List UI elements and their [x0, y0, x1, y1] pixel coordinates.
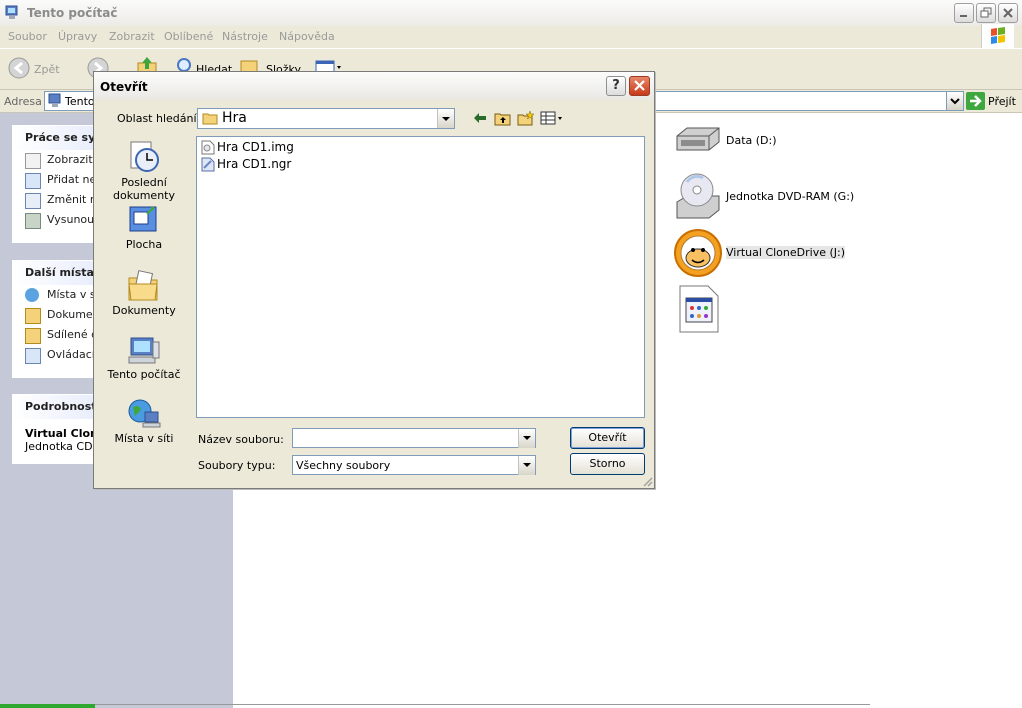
- disc-image-file-icon: [201, 140, 215, 155]
- look-in-value: Hra: [222, 110, 247, 126]
- shared-folder-icon: [25, 328, 41, 344]
- recent-documents-icon: [130, 141, 159, 172]
- place-desktop[interactable]: Plocha: [98, 204, 190, 251]
- restore-button[interactable]: [976, 3, 996, 23]
- network-places-icon: [128, 399, 161, 428]
- scroll-divider: [0, 704, 870, 705]
- control-panel-icon: [25, 348, 41, 364]
- view-menu-icon[interactable]: [540, 110, 566, 126]
- open-dialog: Otevřít ? Oblast hledání: Hra Poslední d…: [93, 71, 655, 489]
- computer-icon: [48, 93, 61, 107]
- file-list[interactable]: Hra CD1.img Hra CD1.ngr: [196, 136, 645, 418]
- address-label: Adresa: [4, 95, 42, 108]
- place-my-computer[interactable]: Tento počítač: [98, 334, 190, 381]
- chevron-down-icon: [442, 117, 450, 121]
- filename-dropdown-button[interactable]: [518, 429, 535, 448]
- place-network[interactable]: Místa v síti: [98, 398, 190, 445]
- restore-icon: [980, 7, 992, 18]
- add-remove-icon: [25, 173, 41, 189]
- filetype-combobox[interactable]: Všechny soubory: [292, 455, 536, 475]
- taskbar-start-edge: [0, 704, 95, 708]
- place-label: Plocha: [125, 238, 163, 251]
- eject-icon: [25, 213, 41, 229]
- dialog-titlebar[interactable]: Otevřít ?: [94, 72, 654, 100]
- resize-grip-icon[interactable]: [641, 475, 653, 487]
- chevron-down-icon: [950, 98, 960, 105]
- drive-label: Data (D:): [726, 134, 777, 147]
- drive-label-selected: Virtual CloneDrive (J:): [726, 246, 846, 259]
- menu-file[interactable]: Soubor: [8, 30, 47, 43]
- place-recent[interactable]: Poslední dokumenty: [98, 140, 190, 202]
- menu-favorites[interactable]: Oblíbené: [164, 30, 213, 43]
- go-arrow-icon[interactable]: [966, 92, 985, 110]
- address-value: Tento: [65, 95, 95, 108]
- look-in-dropdown-button[interactable]: [437, 109, 454, 128]
- my-computer-icon: [128, 337, 160, 364]
- drive-label: Jednotka DVD-RAM (G:): [726, 190, 855, 203]
- documents-folder-icon: [128, 270, 158, 301]
- place-documents[interactable]: Dokumenty: [98, 270, 190, 317]
- filename-combobox[interactable]: [292, 428, 536, 448]
- places-bar: Poslední dokumenty Plocha Dokumenty Tent…: [98, 130, 190, 460]
- filetype-dropdown-button[interactable]: [518, 456, 535, 475]
- control-panel-file-icon: [679, 285, 719, 333]
- dialog-title: Otevřít: [100, 80, 148, 94]
- go-label[interactable]: Přejít: [988, 95, 1016, 108]
- open-button[interactable]: Otevřít: [570, 427, 645, 449]
- filetype-label: Soubory typu:: [198, 459, 276, 472]
- change-setting-icon: [25, 193, 41, 209]
- clonedrive-sheep-icon: [674, 229, 722, 277]
- place-label: Místa v síti: [114, 432, 174, 445]
- folder-icon: [202, 113, 218, 125]
- computer-icon: [5, 5, 18, 19]
- desktop-icon: [129, 206, 157, 232]
- hard-drive-icon: [676, 127, 720, 151]
- look-in-label: Oblast hledání:: [117, 112, 201, 125]
- place-label: Dokumenty: [112, 304, 176, 317]
- new-folder-icon[interactable]: [517, 110, 535, 126]
- filetype-value: Všechny soubory: [296, 459, 391, 472]
- file-name: Hra CD1.ngr: [217, 157, 292, 171]
- up-one-level-icon[interactable]: [494, 110, 512, 126]
- cancel-button[interactable]: Storno: [570, 453, 645, 475]
- close-icon: [634, 80, 645, 91]
- close-button[interactable]: [998, 3, 1018, 23]
- view-info-icon: [25, 153, 41, 169]
- place-label: Tento počítač: [107, 368, 181, 381]
- chevron-down-icon: [523, 463, 531, 467]
- menu-help[interactable]: Nápověda: [279, 30, 335, 43]
- dialog-close-button[interactable]: [629, 76, 650, 96]
- windows-logo: [981, 24, 1014, 48]
- window-titlebar: Tento počítač: [0, 0, 1022, 27]
- address-dropdown-button[interactable]: [946, 92, 963, 110]
- minimize-button[interactable]: [954, 3, 974, 23]
- back-label[interactable]: Zpět: [34, 63, 60, 76]
- chevron-down-icon: [523, 436, 531, 440]
- dvd-drive-icon: [676, 173, 720, 219]
- look-in-combobox[interactable]: Hra: [197, 108, 455, 129]
- menu-view[interactable]: Zobrazit: [109, 30, 155, 43]
- place-label: Poslední dokumenty: [113, 176, 175, 202]
- ngr-file-icon: [201, 157, 215, 172]
- menu-edit[interactable]: Úpravy: [58, 30, 97, 43]
- menu-tools[interactable]: Nástroje: [222, 30, 268, 43]
- windows-flag-icon: [991, 27, 1005, 44]
- back-arrow-icon[interactable]: [472, 110, 488, 126]
- filename-label: Název souboru:: [198, 433, 284, 446]
- close-icon: [1003, 8, 1013, 18]
- file-name: Hra CD1.img: [217, 140, 294, 154]
- menu-bar: Soubor Úpravy Zobrazit Oblíbené Nástroje…: [0, 26, 1022, 49]
- documents-folder-icon: [25, 308, 41, 324]
- help-button[interactable]: ?: [606, 76, 626, 96]
- window-title: Tento počítač: [27, 6, 118, 20]
- network-icon: [25, 288, 39, 302]
- back-arrow-icon[interactable]: [8, 57, 30, 79]
- minimize-icon: [960, 15, 967, 17]
